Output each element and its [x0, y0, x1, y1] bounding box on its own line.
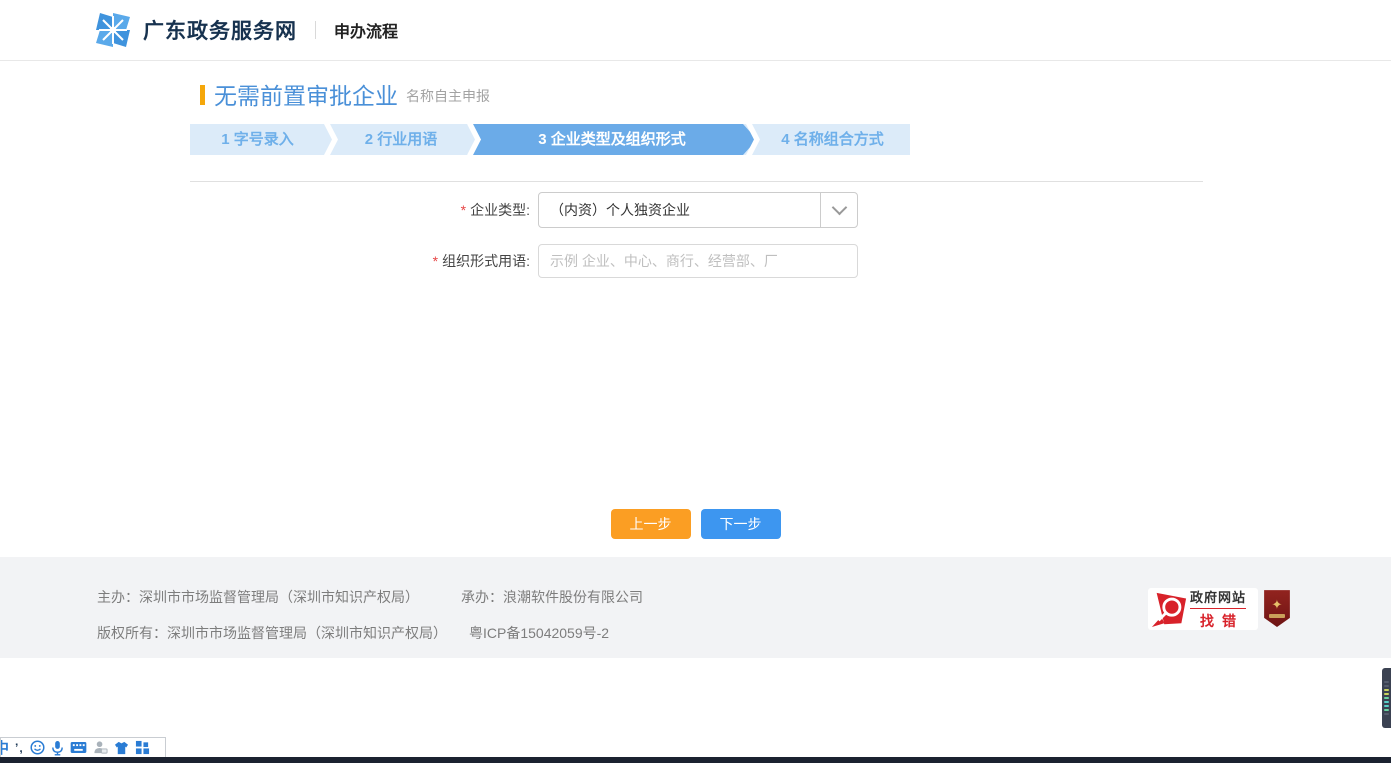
- header-divider: [315, 21, 316, 39]
- ime-microphone-icon[interactable]: [51, 740, 64, 756]
- content-divider: [190, 181, 1203, 182]
- footer-icp: 粤ICP备15042059号-2: [469, 625, 609, 641]
- chevron-separator-icon: [324, 124, 338, 155]
- pinwheel-logo-icon: [95, 12, 131, 48]
- select-dropdown-button[interactable]: [820, 193, 857, 227]
- ime-mode-icon[interactable]: 中: [0, 737, 9, 758]
- widget-stripe: [1384, 693, 1389, 695]
- ime-toolbox-icon[interactable]: [135, 740, 150, 755]
- next-step-button[interactable]: 下一步: [701, 509, 781, 539]
- taskbar-edge: [0, 757, 1391, 763]
- title-accent-bar: [200, 85, 205, 105]
- error-report-magnifier-icon: [1150, 590, 1188, 628]
- step-tab-1[interactable]: 1 字号录入: [190, 124, 325, 155]
- org-form-input[interactable]: [538, 244, 858, 278]
- widget-stripe: [1384, 709, 1389, 711]
- footer-copyright: 版权所有：深圳市市场监督管理局（深圳市知识产权局）: [97, 625, 447, 641]
- widget-stripe: [1384, 681, 1389, 683]
- enterprise-type-value: （内资）个人独资企业: [539, 200, 820, 220]
- footer-undertaker: 承办：浪潮软件股份有限公司: [461, 589, 643, 605]
- page-subtitle: 名称自主申报: [406, 86, 490, 106]
- ime-toolbar: 中 ’,: [0, 737, 166, 758]
- ime-keyboard-icon[interactable]: [70, 741, 87, 754]
- chevron-down-icon: [831, 200, 847, 216]
- error-report-badge-text: 政府网站 找错: [1190, 587, 1246, 631]
- widget-stripe: [1384, 713, 1389, 715]
- credit-shield-badge[interactable]: ✦: [1263, 589, 1291, 627]
- step-tab-4[interactable]: 4 名称组合方式: [755, 124, 910, 155]
- step-tab-3[interactable]: 3 企业类型及组织形式: [481, 124, 743, 155]
- step-tab-2[interactable]: 2 行业用语: [337, 124, 465, 155]
- gov-site-error-report-badge[interactable]: 政府网站 找错: [1148, 588, 1258, 630]
- error-badge-rule: [1190, 608, 1246, 609]
- action-buttons: 上一步 下一步: [0, 509, 1391, 539]
- ime-skin-icon[interactable]: [114, 741, 129, 755]
- enterprise-type-label-text: 企业类型:: [470, 202, 530, 218]
- enterprise-type-select[interactable]: （内资）个人独资企业: [538, 192, 858, 228]
- page-title-row: 无需前置审批企业 名称自主申报: [200, 84, 490, 109]
- ime-account-icon[interactable]: [93, 740, 108, 755]
- footer-line-1: 主办：深圳市市场监督管理局（深圳市知识产权局） 承办：浪潮软件股份有限公司: [97, 587, 643, 607]
- prev-step-button[interactable]: 上一步: [611, 509, 691, 539]
- nav-label: 申办流程: [334, 18, 398, 42]
- ime-punctuation-icon[interactable]: ’,: [15, 741, 24, 755]
- page-title: 无需前置审批企业: [214, 84, 398, 109]
- site-name: 广东政务服务网: [143, 15, 297, 45]
- enterprise-type-label: *企业类型:: [375, 192, 530, 228]
- step-tabs: 1 字号录入 2 行业用语 3 企业类型及组织形式 4 名称组合方式: [190, 124, 910, 155]
- widget-stripe: [1384, 705, 1389, 707]
- widget-stripe: [1384, 685, 1389, 687]
- widget-stripe: [1384, 697, 1389, 699]
- site-header: 广东政务服务网 申办流程: [0, 0, 1391, 61]
- browser-side-widget[interactable]: [1382, 668, 1391, 728]
- footer-line-2: 版权所有：深圳市市场监督管理局（深圳市知识产权局） 粤ICP备15042059号-…: [97, 623, 609, 643]
- error-badge-action: 找错: [1192, 611, 1244, 631]
- ime-emoji-icon[interactable]: [30, 740, 45, 755]
- shield-band: [1269, 614, 1285, 618]
- footer-host: 主办：深圳市市场监督管理局（深圳市知识产权局）: [97, 589, 419, 605]
- widget-stripe: [1384, 701, 1389, 703]
- shield-emblem-icon: ✦: [1272, 598, 1283, 611]
- error-badge-title: 政府网站: [1190, 587, 1246, 606]
- required-marker: *: [433, 253, 438, 269]
- org-form-label-text: 组织形式用语:: [442, 253, 530, 269]
- page-footer: 主办：深圳市市场监督管理局（深圳市知识产权局） 承办：浪潮软件股份有限公司 版权所…: [0, 557, 1391, 658]
- org-form-label: *组织形式用语:: [375, 243, 530, 279]
- widget-stripe: [1384, 689, 1389, 691]
- required-marker: *: [461, 202, 466, 218]
